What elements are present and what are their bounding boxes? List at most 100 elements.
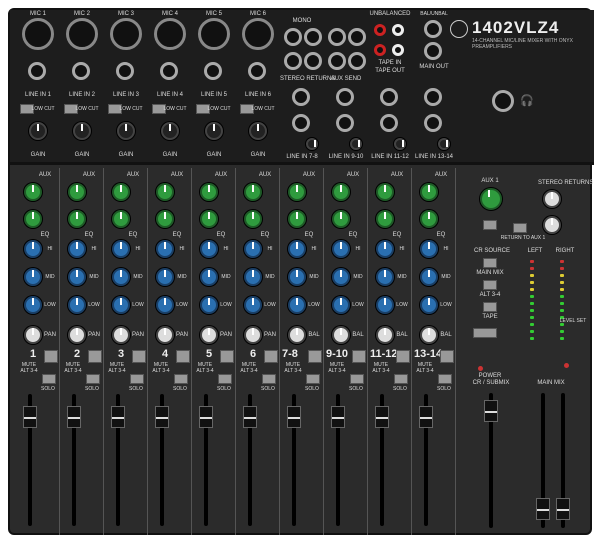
channel-fader[interactable] bbox=[243, 406, 257, 428]
gain-knob[interactable] bbox=[29, 122, 47, 140]
aux-send-jack[interactable] bbox=[348, 28, 366, 46]
aux1-knob[interactable] bbox=[288, 183, 306, 201]
return-to-aux1-button[interactable] bbox=[513, 223, 527, 233]
aux2-knob[interactable] bbox=[156, 210, 174, 228]
line-jack-4[interactable] bbox=[160, 62, 178, 80]
aux2-knob[interactable] bbox=[376, 210, 394, 228]
cr-main-mix-button[interactable] bbox=[483, 258, 497, 268]
gain-knob[interactable] bbox=[161, 122, 179, 140]
channel-fader[interactable] bbox=[199, 406, 213, 428]
solo-button[interactable] bbox=[306, 374, 320, 384]
mute-button[interactable] bbox=[176, 350, 190, 363]
aux1-master-knob[interactable] bbox=[480, 188, 502, 210]
solo-button[interactable] bbox=[174, 374, 188, 384]
mute-button[interactable] bbox=[308, 350, 322, 363]
xlr-input-1[interactable] bbox=[22, 18, 54, 50]
tape-out-rca-jack[interactable] bbox=[374, 44, 386, 56]
line-jack-r[interactable] bbox=[380, 114, 398, 132]
line-jack-r[interactable] bbox=[336, 114, 354, 132]
mute-button[interactable] bbox=[440, 350, 454, 363]
solo-button[interactable] bbox=[86, 374, 100, 384]
aux1-knob[interactable] bbox=[156, 183, 174, 201]
line-jack-l[interactable] bbox=[380, 88, 398, 106]
channel-fader[interactable] bbox=[155, 406, 169, 428]
aux2-knob[interactable] bbox=[420, 210, 438, 228]
stereo-return-knob[interactable] bbox=[543, 190, 561, 208]
main-out-jack-l[interactable] bbox=[424, 20, 442, 38]
aux2-knob[interactable] bbox=[200, 210, 218, 228]
cr-alt34-button[interactable] bbox=[483, 280, 497, 290]
main-left-fader[interactable] bbox=[536, 498, 550, 520]
tape-in-rca-jack[interactable] bbox=[392, 24, 404, 36]
stereo-return-jack[interactable] bbox=[328, 28, 346, 46]
aux2-knob[interactable] bbox=[24, 210, 42, 228]
aux1-knob[interactable] bbox=[24, 183, 42, 201]
line-jack-3[interactable] bbox=[116, 62, 134, 80]
xlr-input-5[interactable] bbox=[198, 18, 230, 50]
xlr-input-4[interactable] bbox=[154, 18, 186, 50]
mute-button[interactable] bbox=[132, 350, 146, 363]
gain-knob[interactable] bbox=[306, 138, 318, 150]
headphones-jack[interactable] bbox=[492, 90, 514, 112]
gain-knob[interactable] bbox=[205, 122, 223, 140]
channel-fader[interactable] bbox=[419, 406, 433, 428]
aux1-knob[interactable] bbox=[332, 183, 350, 201]
line-jack-l[interactable] bbox=[336, 88, 354, 106]
solo-button[interactable] bbox=[218, 374, 232, 384]
aux2-knob[interactable] bbox=[68, 210, 86, 228]
aux-send-jack[interactable] bbox=[348, 52, 366, 70]
aux-send-jack[interactable] bbox=[304, 52, 322, 70]
main-right-fader[interactable] bbox=[556, 498, 570, 520]
channel-fader[interactable] bbox=[111, 406, 125, 428]
aux1-knob[interactable] bbox=[200, 183, 218, 201]
stereo-return-jack[interactable] bbox=[284, 52, 302, 70]
gain-knob[interactable] bbox=[350, 138, 362, 150]
tape-in-rca-jack[interactable] bbox=[374, 24, 386, 36]
stereo-return-aux-knob[interactable] bbox=[543, 216, 561, 234]
aux1-knob[interactable] bbox=[68, 183, 86, 201]
aux-send-jack[interactable] bbox=[304, 28, 322, 46]
aux2-knob[interactable] bbox=[332, 210, 350, 228]
gain-knob[interactable] bbox=[73, 122, 91, 140]
line-jack-r[interactable] bbox=[424, 114, 442, 132]
xlr-input-3[interactable] bbox=[110, 18, 142, 50]
aux2-knob[interactable] bbox=[244, 210, 262, 228]
line-jack-l[interactable] bbox=[424, 88, 442, 106]
aux1-knob[interactable] bbox=[244, 183, 262, 201]
aux2-knob[interactable] bbox=[288, 210, 306, 228]
aux1-knob[interactable] bbox=[376, 183, 394, 201]
tape-to-main-button[interactable] bbox=[473, 328, 497, 338]
mute-button[interactable] bbox=[220, 350, 234, 363]
tape-out-rca-jack[interactable] bbox=[392, 44, 404, 56]
channel-fader[interactable] bbox=[331, 406, 345, 428]
line-jack-1[interactable] bbox=[28, 62, 46, 80]
mute-button[interactable] bbox=[264, 350, 278, 363]
aux1-knob[interactable] bbox=[420, 183, 438, 201]
main-out-jack-r[interactable] bbox=[424, 42, 442, 60]
solo-button[interactable] bbox=[262, 374, 276, 384]
cr-tape-button[interactable] bbox=[483, 302, 497, 312]
aux1-pre-button[interactable] bbox=[483, 220, 497, 230]
gain-knob[interactable] bbox=[394, 138, 406, 150]
solo-button[interactable] bbox=[394, 374, 408, 384]
line-jack-2[interactable] bbox=[72, 62, 90, 80]
stereo-return-jack[interactable] bbox=[284, 28, 302, 46]
stereo-return-jack[interactable] bbox=[328, 52, 346, 70]
line-jack-r[interactable] bbox=[292, 114, 310, 132]
channel-fader[interactable] bbox=[375, 406, 389, 428]
gain-knob[interactable] bbox=[117, 122, 135, 140]
channel-fader[interactable] bbox=[67, 406, 81, 428]
cr-fader[interactable] bbox=[484, 400, 498, 422]
mute-button[interactable] bbox=[396, 350, 410, 363]
solo-button[interactable] bbox=[42, 374, 56, 384]
xlr-input-6[interactable] bbox=[242, 18, 274, 50]
gain-knob[interactable] bbox=[438, 138, 450, 150]
aux1-knob[interactable] bbox=[112, 183, 130, 201]
solo-button[interactable] bbox=[130, 374, 144, 384]
mute-button[interactable] bbox=[44, 350, 58, 363]
solo-button[interactable] bbox=[438, 374, 452, 384]
gain-knob[interactable] bbox=[249, 122, 267, 140]
channel-fader[interactable] bbox=[23, 406, 37, 428]
solo-button[interactable] bbox=[350, 374, 364, 384]
line-jack-5[interactable] bbox=[204, 62, 222, 80]
